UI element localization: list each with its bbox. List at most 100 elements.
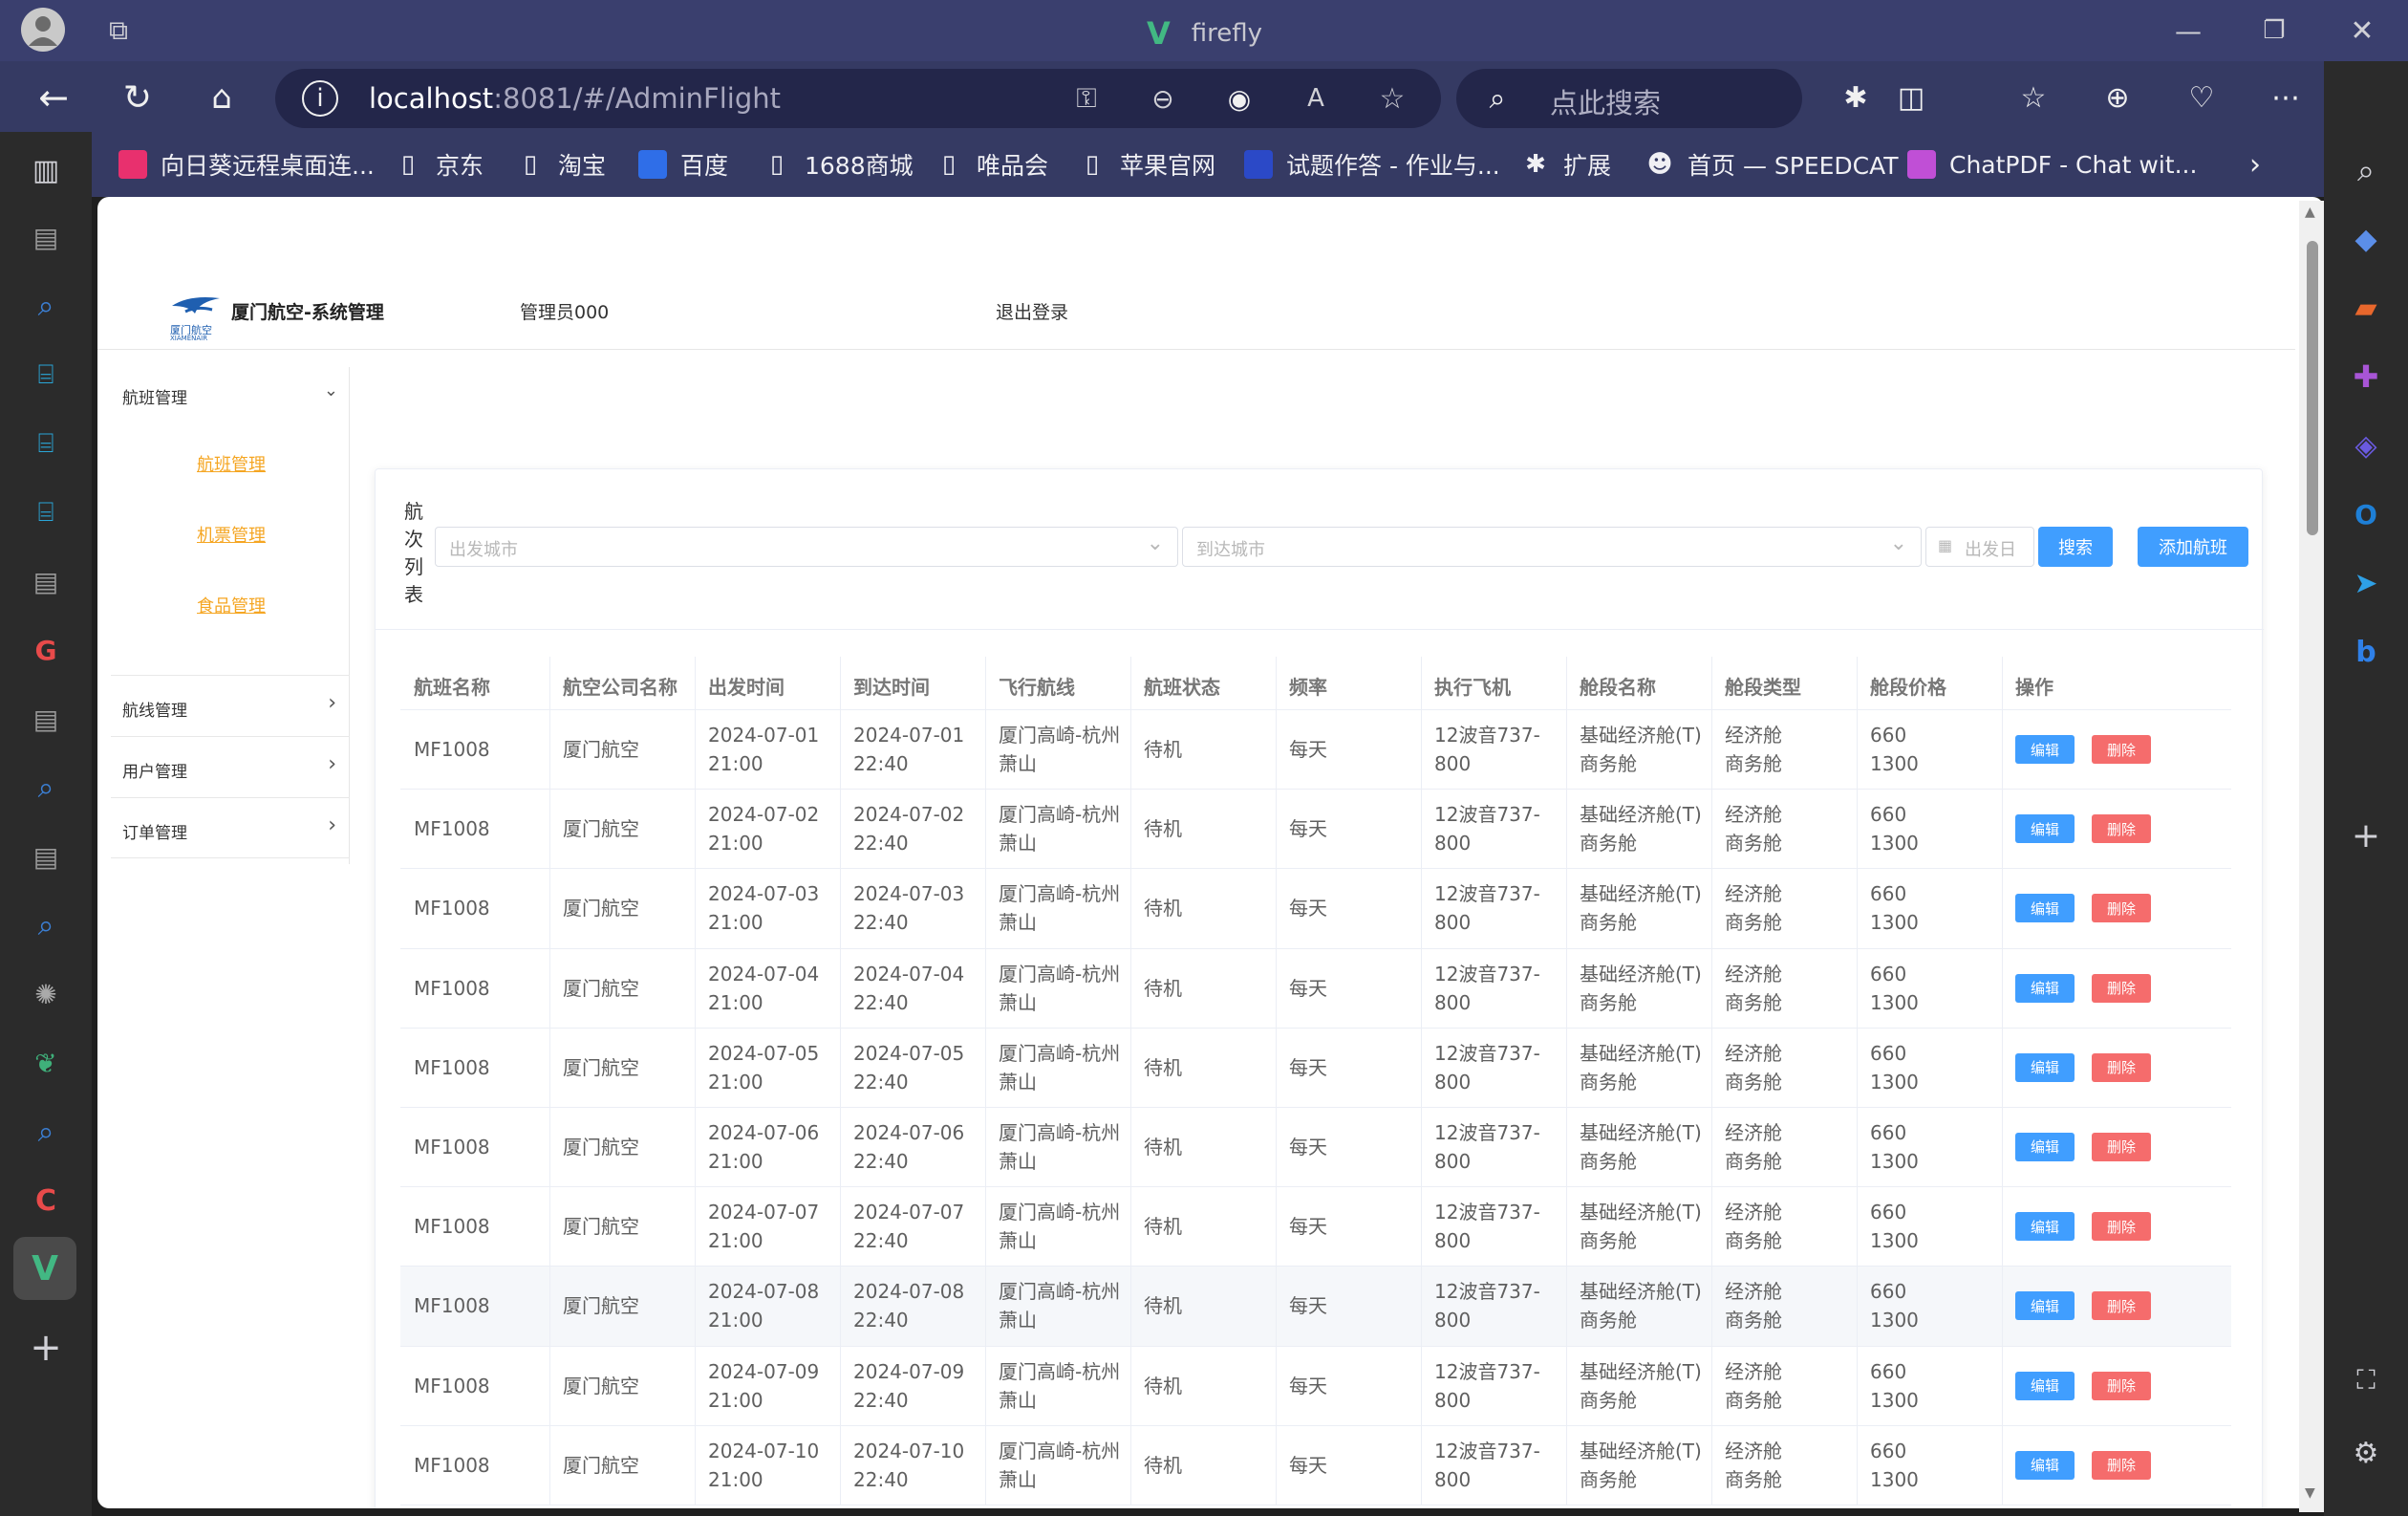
page-scrollbar[interactable]: ▲ ▼ [2299, 201, 2324, 1512]
sidebar-search-icon[interactable]: ⌕ [2343, 147, 2389, 193]
games-icon[interactable]: ✚ [2343, 354, 2389, 400]
home-icon[interactable]: ⌂ [199, 75, 245, 120]
web-search-box[interactable]: ⌕ 点此搜索 [1456, 69, 1802, 128]
delete-button[interactable]: 删除 [2092, 1052, 2151, 1082]
tab-vue-icon[interactable]: V [13, 1237, 76, 1300]
scroll-down-icon[interactable]: ▼ [2305, 1485, 2315, 1501]
table-row[interactable]: MF1008 厦门航空 2024-07-01 21:00 2024-07-01 22:40… [400, 710, 2231, 790]
delete-button[interactable]: 删除 [2092, 1132, 2151, 1161]
tab-page-icon-4[interactable]: ▤ [23, 835, 69, 877]
edge-icon[interactable]: ◉ [1221, 80, 1258, 117]
favorite-item[interactable]: ▯ 京东 [394, 145, 484, 184]
collections-icon[interactable]: ⊕ [2095, 75, 2140, 120]
edit-button[interactable]: 编辑 [2015, 973, 2075, 1003]
tools-icon[interactable]: ▰ [2343, 285, 2389, 331]
favorite-star-icon[interactable]: ☆ [1374, 80, 1410, 117]
table-row[interactable]: MF1008 厦门航空 2024-07-09 21:00 2024-07-09 22:40… [400, 1346, 2231, 1426]
table-row[interactable]: MF1008 厦门航空 2024-07-03 21:00 2024-07-03 22:40… [400, 869, 2231, 949]
edit-button[interactable]: 编辑 [2015, 1052, 2075, 1082]
tab-plant-icon[interactable]: ❦ [23, 1042, 69, 1084]
favorite-item[interactable]: ▯ 苹果官网 [1078, 145, 1215, 184]
close-icon[interactable]: ✕ [2343, 10, 2381, 52]
edit-button[interactable]: 编辑 [2015, 1450, 2075, 1480]
delete-button[interactable]: 删除 [2092, 1212, 2151, 1242]
tab-bilibili-icon-2[interactable]: ⌸ [23, 422, 69, 465]
new-tab-icon[interactable]: + [23, 1326, 69, 1370]
scroll-up-icon[interactable]: ▲ [2305, 205, 2315, 220]
add-flight-button[interactable]: 添加航班 [2138, 527, 2248, 567]
tab-chatgpt-icon[interactable]: ✺ [23, 973, 69, 1015]
table-row[interactable]: MF1008 厦门航空 2024-07-06 21:00 2024-07-06 22:40… [400, 1107, 2231, 1188]
favorite-item[interactable]: ▯ 唯品会 [935, 145, 1048, 184]
settings-gear-icon[interactable]: ⚙ [2343, 1430, 2389, 1476]
favorite-item[interactable]: ▯ 淘宝 [516, 145, 606, 184]
url-bar[interactable]: i localhost:8081/#/AdminFlight ⚿ ⊖ ◉ A ☆ [275, 69, 1441, 128]
zoom-out-icon[interactable]: ⊖ [1145, 80, 1181, 117]
table-row[interactable]: MF1008 厦门航空 2024-07-04 21:00 2024-07-04 22:40… [400, 948, 2231, 1029]
outlook-icon[interactable]: O [2343, 491, 2389, 537]
more-icon[interactable]: ⋯ [2263, 75, 2309, 120]
delete-button[interactable]: 删除 [2092, 1371, 2151, 1400]
read-aloud-icon[interactable]: A [1298, 80, 1334, 117]
bing-icon[interactable]: b [2343, 629, 2389, 675]
delete-button[interactable]: 删除 [2092, 973, 2151, 1003]
copilot-icon[interactable]: ◈ [2343, 422, 2389, 468]
tab-bilibili-icon-3[interactable]: ⌸ [23, 491, 69, 533]
submenu-food-management[interactable]: 食品管理 [197, 593, 266, 617]
tab-page-icon-3[interactable]: ▤ [23, 698, 69, 740]
minimize-icon[interactable]: — [2169, 10, 2207, 52]
add-sidebar-app-icon[interactable]: + [2343, 812, 2389, 858]
favorite-item[interactable]: ChatPDF - Chat wit... [1907, 145, 2197, 184]
submenu-flight-management[interactable]: 航班管理 [197, 451, 266, 476]
site-info-icon[interactable]: i [302, 80, 338, 117]
edit-button[interactable]: 编辑 [2015, 1371, 2075, 1400]
favorites-more-icon[interactable]: › [2236, 143, 2274, 185]
delete-button[interactable]: 删除 [2092, 1291, 2151, 1321]
table-row[interactable]: MF1008 厦门航空 2024-07-05 21:00 2024-07-05 22:40… [400, 1028, 2231, 1108]
favorite-item[interactable]: ▯ 1688商城 [763, 145, 914, 184]
menu-group-route[interactable]: 航线管理 › [111, 675, 350, 736]
tab-search-icon-3[interactable]: ⌕ [23, 904, 69, 946]
favorite-item[interactable]: 向日葵远程桌面连... [118, 145, 375, 184]
tab-search-icon[interactable]: ⌕ [23, 285, 69, 327]
favorite-item[interactable]: ☻ 首页 — SPEEDCAT [1645, 145, 1898, 184]
tab-search-icon-2[interactable]: ⌕ [23, 767, 69, 809]
delete-button[interactable]: 删除 [2092, 894, 2151, 923]
favorite-item[interactable]: 百度 [638, 145, 728, 184]
tabs-icon[interactable]: ⧉ [99, 13, 138, 48]
extensions-icon[interactable]: ✱ [1833, 75, 1879, 120]
back-icon[interactable]: ← [31, 75, 76, 120]
delete-button[interactable]: 删除 [2092, 814, 2151, 844]
tab-panel-icon[interactable]: ▥ [23, 149, 69, 191]
table-row[interactable]: MF1008 厦门航空 2024-07-07 21:00 2024-07-07 22:40… [400, 1187, 2231, 1267]
tab-c-icon[interactable]: C [23, 1180, 69, 1222]
table-row[interactable]: MF1008 厦门航空 2024-07-08 21:00 2024-07-08 22:40… [400, 1267, 2231, 1347]
edit-button[interactable]: 编辑 [2015, 894, 2075, 923]
profile-avatar-icon[interactable] [21, 8, 65, 52]
favorites-icon[interactable]: ☆ [2010, 75, 2056, 120]
search-button[interactable]: 搜索 [2038, 527, 2113, 567]
split-screen-icon[interactable]: ◫ [1888, 75, 1934, 120]
from-city-select[interactable]: 出发城市 ⌄ [435, 527, 1178, 567]
edit-button[interactable]: 编辑 [2015, 1132, 2075, 1161]
table-row[interactable]: MF1008 厦门航空 2024-07-10 21:00 2024-07-10 22:40… [400, 1425, 2231, 1505]
to-city-select[interactable]: 到达城市 ⌄ [1182, 527, 1922, 567]
departure-date-picker[interactable]: ▦ 出发日 [1925, 527, 2034, 567]
tab-g-icon[interactable]: G [23, 629, 69, 671]
delete-button[interactable]: 删除 [2092, 735, 2151, 764]
key-icon[interactable]: ⚿ [1068, 80, 1105, 117]
refresh-icon[interactable]: ↻ [115, 75, 161, 120]
tab-bilibili-icon[interactable]: ⌸ [23, 354, 69, 396]
favorite-item[interactable]: ✱ 扩展 [1521, 145, 1611, 184]
table-row[interactable]: MF1008 厦门航空 2024-07-02 21:00 2024-07-02 22:40… [400, 790, 2231, 870]
telegram-icon[interactable]: ➤ [2343, 560, 2389, 606]
delete-button[interactable]: 删除 [2092, 1450, 2151, 1480]
menu-group-order[interactable]: 订单管理 › [111, 797, 350, 858]
edit-button[interactable]: 编辑 [2015, 735, 2075, 764]
tab-page-icon-2[interactable]: ▤ [23, 560, 69, 602]
health-icon[interactable]: ♡ [2179, 75, 2225, 120]
edit-button[interactable]: 编辑 [2015, 1291, 2075, 1321]
tab-page-icon[interactable]: ▤ [23, 216, 69, 258]
edit-button[interactable]: 编辑 [2015, 1212, 2075, 1242]
logout-link[interactable]: 退出登录 [996, 298, 1068, 324]
